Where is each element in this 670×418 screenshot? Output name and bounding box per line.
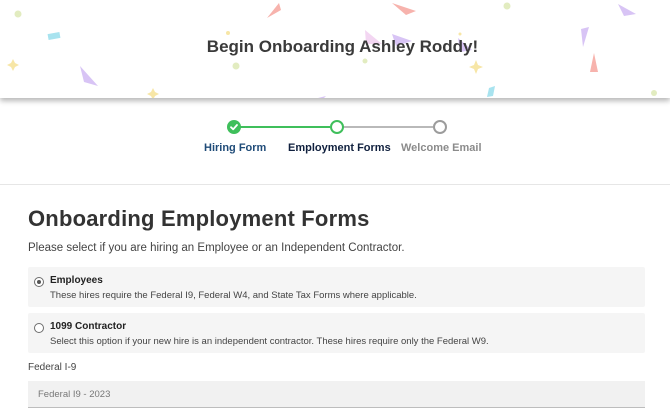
- page-title: Onboarding Employment Forms: [28, 206, 370, 231]
- page-subtitle: Please select if you are hiring an Emplo…: [28, 242, 405, 254]
- banner-title: Begin Onboarding Ashley Roddy!: [206, 37, 479, 56]
- federal-i9-label: Federal I-9: [28, 362, 77, 373]
- step-welcome-email-label[interactable]: Welcome Email: [401, 142, 482, 154]
- employees-option-title: Employees: [50, 275, 103, 286]
- contractor-radio[interactable]: [34, 323, 44, 333]
- step-employment-forms-indicator[interactable]: [330, 120, 344, 134]
- employees-option[interactable]: Employees These hires require the Federa…: [28, 267, 645, 307]
- step-employment-forms-label[interactable]: Employment Forms: [288, 142, 391, 154]
- federal-i9-select[interactable]: Federal I9 - 2023: [28, 381, 645, 408]
- step-hiring-form-label[interactable]: Hiring Form: [204, 142, 266, 154]
- step-welcome-email-indicator[interactable]: [433, 120, 447, 134]
- check-icon: [230, 124, 238, 131]
- onboarding-banner: Begin Onboarding Ashley Roddy!: [0, 0, 670, 98]
- step-connector-completed: [240, 126, 330, 128]
- step-hiring-form-indicator[interactable]: [227, 120, 241, 134]
- contractor-option[interactable]: 1099 Contractor Select this option if yo…: [28, 313, 645, 353]
- employees-option-description: These hires require the Federal I9, Fede…: [50, 290, 417, 301]
- contractor-option-description: Select this option if your new hire is a…: [50, 336, 489, 347]
- step-connector-upcoming: [343, 126, 433, 128]
- federal-i9-value: Federal I9 - 2023: [38, 389, 111, 400]
- contractor-option-title: 1099 Contractor: [50, 321, 127, 332]
- employees-radio[interactable]: [34, 277, 44, 287]
- onboarding-stepper: Hiring Form Employment Forms Welcome Ema…: [0, 98, 670, 185]
